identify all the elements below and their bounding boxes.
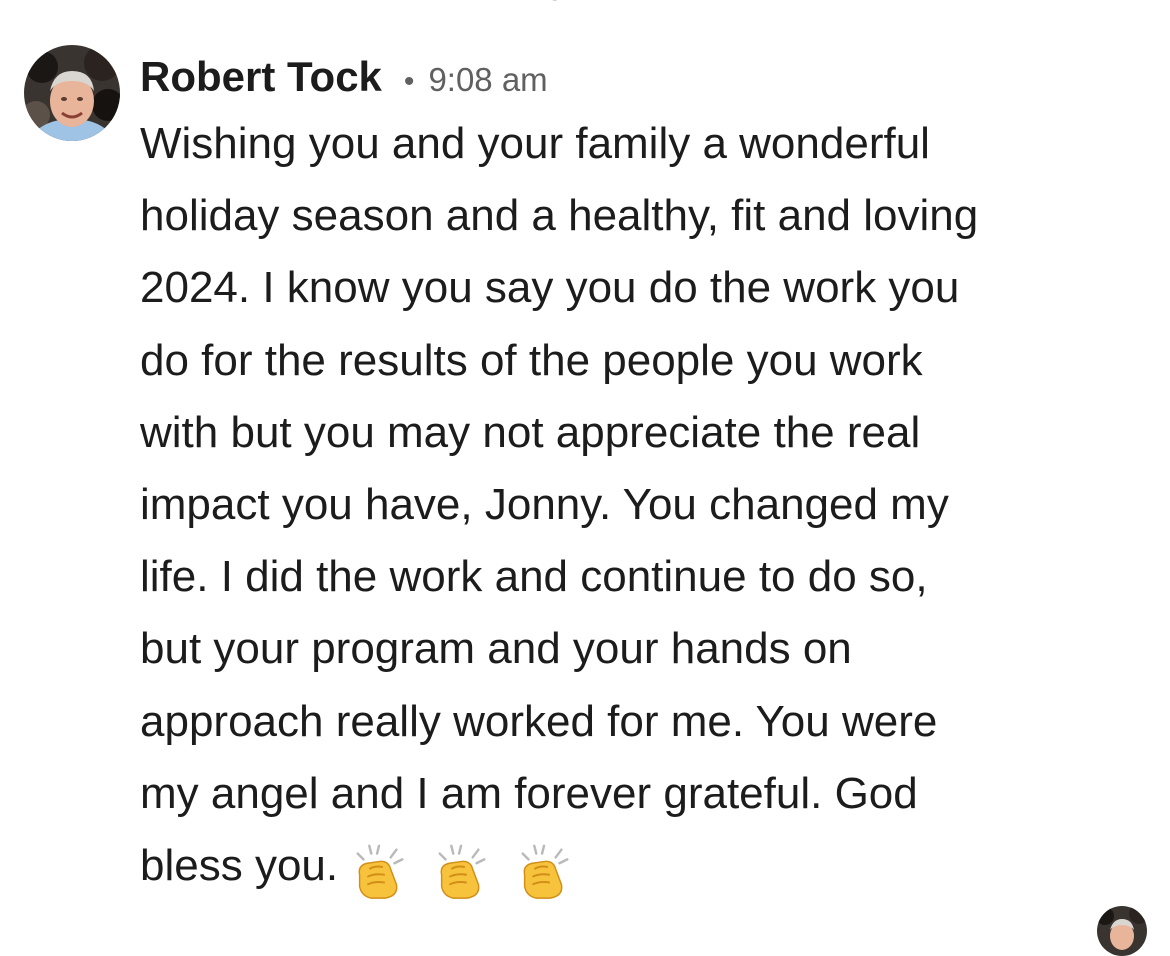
message-last-line: bless you. (140, 830, 1140, 904)
author-name[interactable]: Robert Tock (140, 46, 382, 108)
separator-dot: • (403, 65, 415, 98)
date-divider-label: TODAY (470, 0, 700, 9)
emoji-row (348, 832, 582, 904)
message-line: impact you have, Jonny. You changed my (140, 480, 949, 530)
clapping-hands-icon (521, 844, 569, 899)
clapping-hands-icon (356, 844, 404, 899)
message-line: holiday season and a healthy, fit and lo… (140, 191, 979, 241)
avatar-photo (24, 45, 120, 141)
message-line: with but you may not appreciate the real (140, 407, 921, 457)
message-body: Wishing you and your family a wonderful … (140, 108, 1140, 905)
message-header: Robert Tock • 9:08 am (140, 46, 1140, 108)
message-timestamp[interactable]: 9:08 am (428, 49, 547, 111)
avatar-photo (1097, 906, 1147, 956)
read-receipt-avatar (1097, 906, 1147, 956)
message-line: Wishing you and your family a wonderful (140, 119, 930, 168)
new-messages-marker: NEW (1022, 0, 1113, 9)
message-line: approach really worked for me. You were (140, 696, 938, 746)
message-line: but your program and your hands on (140, 624, 852, 674)
message-line: do for the results of the people you wor… (140, 335, 923, 385)
message-line: bless you. (140, 841, 339, 891)
avatar[interactable] (24, 45, 120, 141)
message-line: life. I did the work and continue to do … (140, 552, 928, 602)
clapping-hands-icon (438, 844, 486, 899)
message[interactable]: Robert Tock • 9:08 am Wishing you and yo… (140, 46, 1140, 905)
message-line: my angel and I am forever grateful. God (140, 768, 918, 818)
message-line: 2024. I know you say you do the work you (140, 263, 960, 313)
